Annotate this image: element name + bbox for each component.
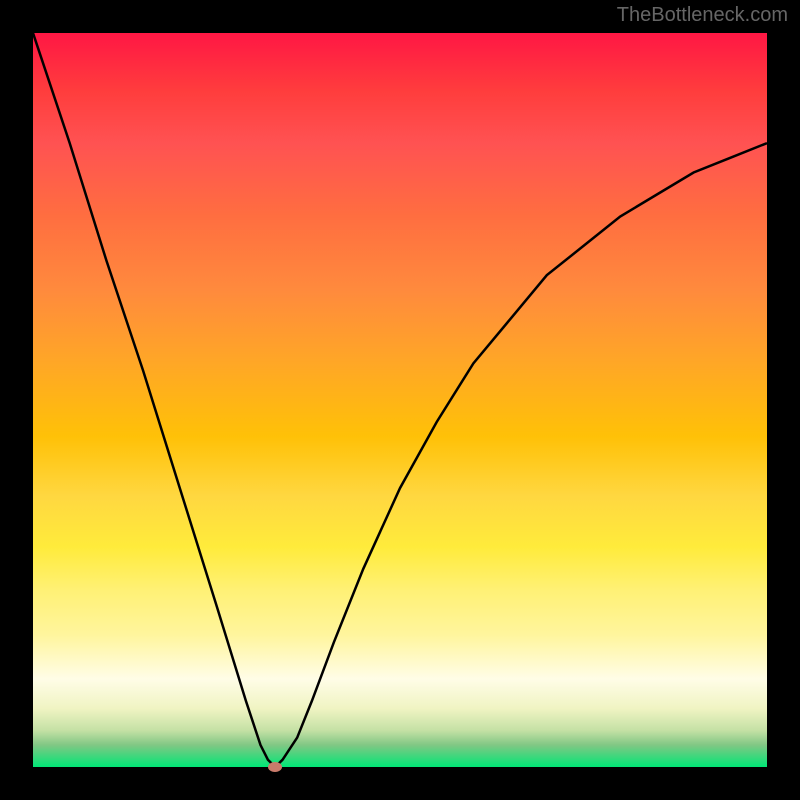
bottleneck-curve <box>33 33 767 767</box>
chart-plot-area <box>33 33 767 767</box>
watermark-text: TheBottleneck.com <box>617 4 788 27</box>
optimal-point-marker <box>268 762 282 772</box>
